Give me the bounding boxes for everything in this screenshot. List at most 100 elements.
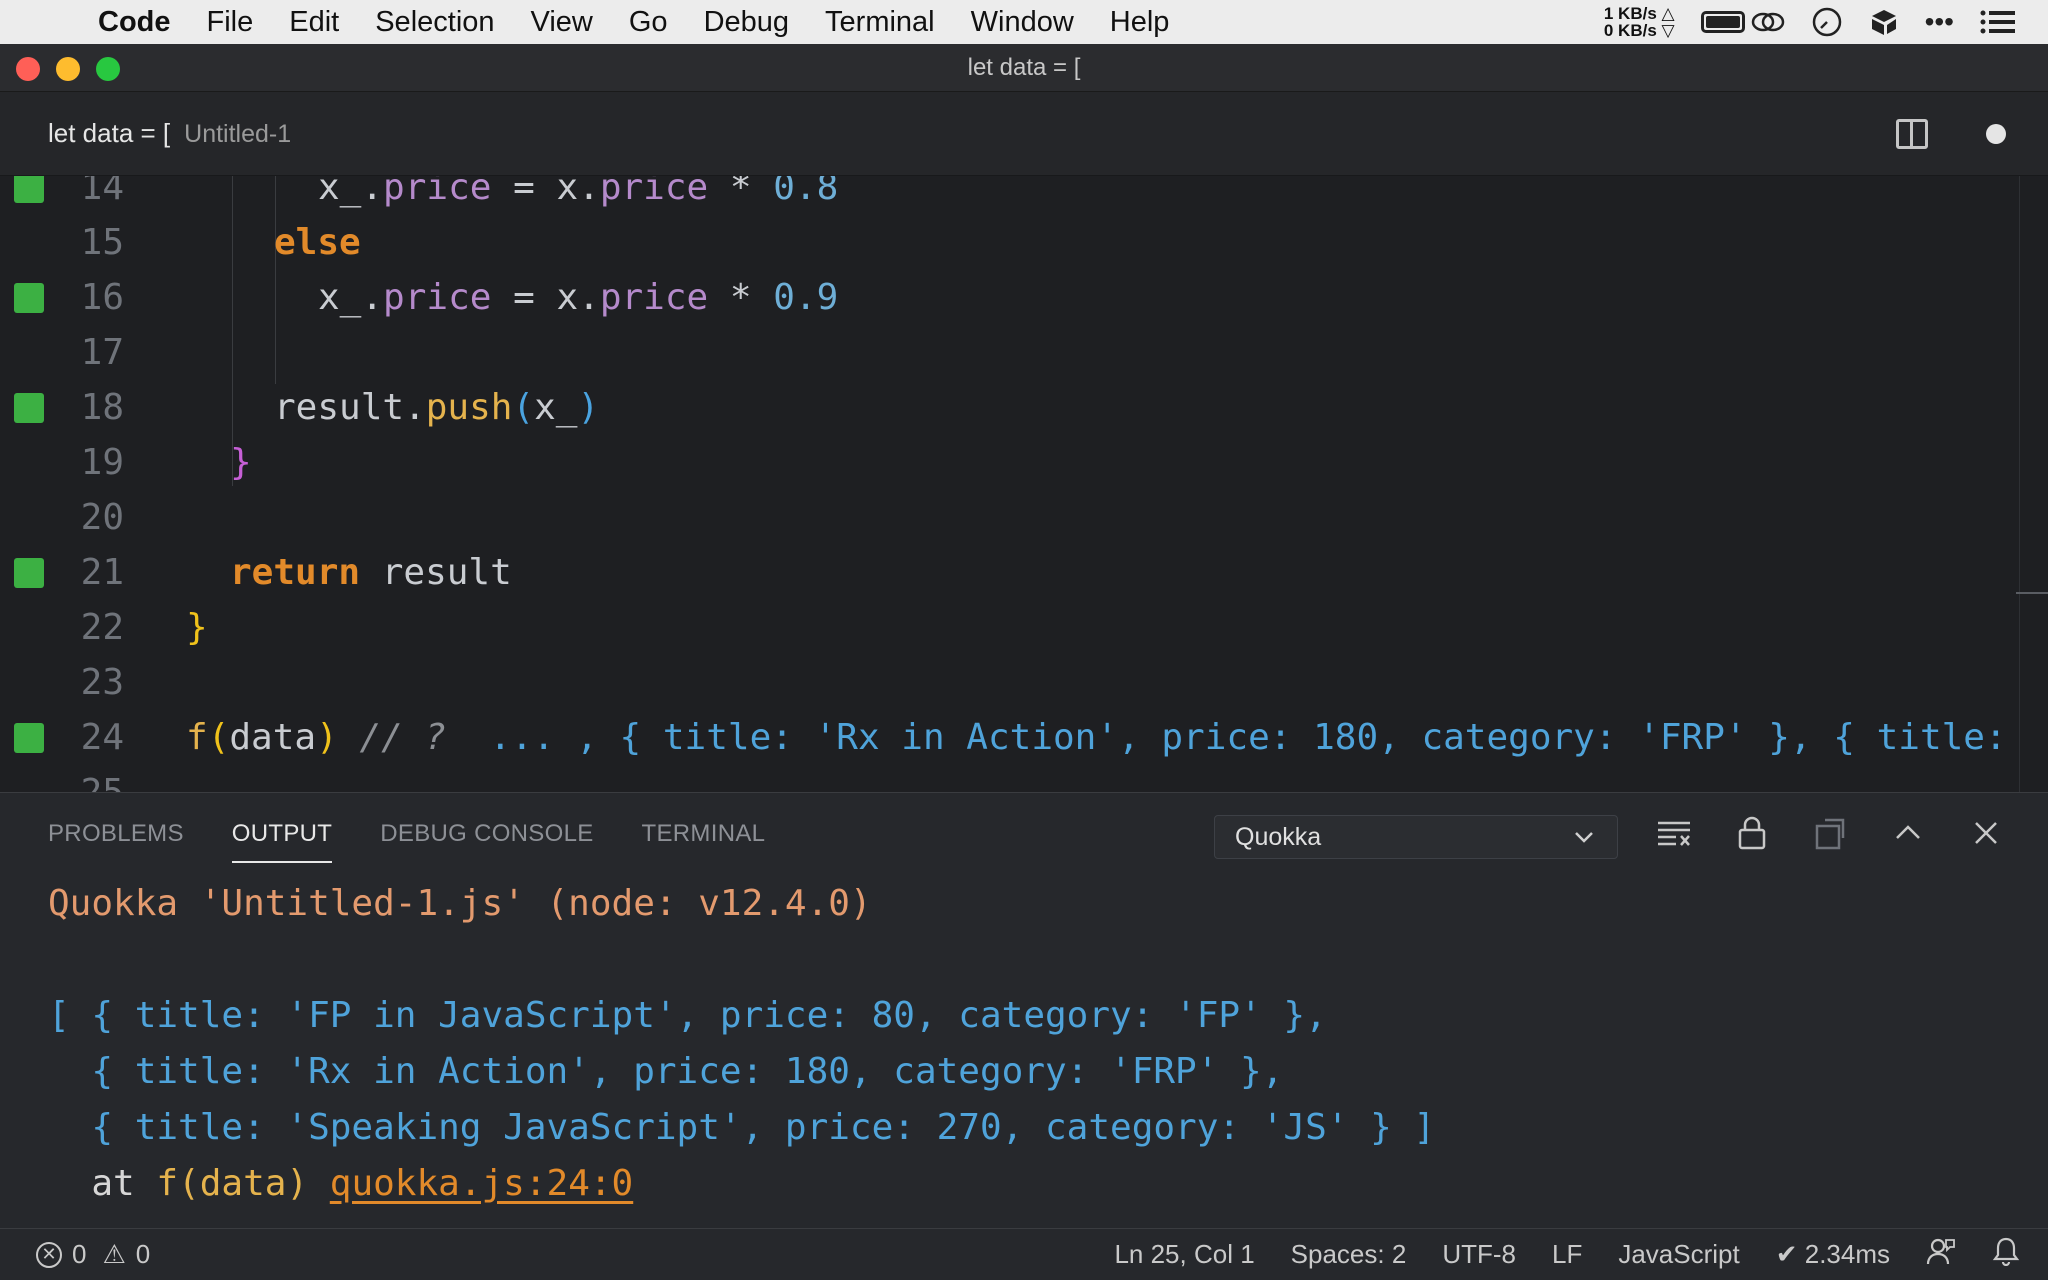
line-number: 18 [80, 387, 124, 428]
quokka-inline-value: ... , { title: 'Rx in Action', price: 18… [467, 717, 2007, 758]
menu-edit[interactable]: Edit [271, 6, 357, 39]
window-title-bar: let data = [ [0, 44, 2048, 92]
code-line-15[interactable]: 15 else [0, 215, 2048, 270]
end-of-line[interactable]: LF [1552, 1239, 1582, 1270]
clock-icon[interactable] [1811, 6, 1843, 38]
code-line-22[interactable]: 22 } [0, 600, 2048, 655]
line-number: 21 [80, 552, 124, 593]
language-mode[interactable]: JavaScript [1618, 1239, 1739, 1270]
menu-view[interactable]: View [513, 6, 611, 39]
chevron-down-icon [1571, 824, 1597, 856]
warning-count: 0 [135, 1239, 151, 1269]
menu-app-name[interactable]: Code [80, 6, 189, 39]
warning-icon: ⚠ [102, 1239, 126, 1269]
code-text: return result [230, 552, 512, 593]
editor-tab-bar: let data = [ Untitled-1 [0, 92, 2048, 176]
network-stats[interactable]: 1 KB/s △ 0 KB/s ▽ [1604, 5, 1675, 39]
net-down-rate: 0 KB/s [1603, 21, 1657, 40]
output-channel-select[interactable]: Quokka [1214, 815, 1618, 859]
code-text: else [274, 222, 361, 263]
line-number: 15 [80, 222, 124, 263]
tab-problems[interactable]: PROBLEMS [48, 793, 184, 875]
tab-output[interactable]: OUTPUT [231, 793, 333, 875]
code-line-21[interactable]: 21 return result [0, 545, 2048, 600]
window-title: let data = [ [967, 53, 1081, 81]
code-line-23[interactable]: 23 [0, 655, 2048, 710]
maximize-panel-icon[interactable] [1890, 815, 1926, 851]
code-line-19[interactable]: 19 } [0, 435, 2048, 490]
maximize-window-button[interactable] [96, 57, 120, 81]
close-panel-icon[interactable] [1968, 815, 2004, 851]
line-number: 23 [80, 662, 124, 703]
coverage-marker [14, 392, 44, 423]
problems-indicator[interactable]: ✕ 0 ⚠ 0 [0, 1239, 150, 1270]
output-header: Quokka 'Untitled-1.js' (node: v12.4.0) [48, 882, 872, 924]
status-bar-right: Ln 25, Col 1 Spaces: 2 UTF-8 LF JavaScri… [1114, 1236, 2048, 1273]
battery-icon[interactable] [1700, 11, 1745, 33]
unsaved-changes-dot-icon[interactable] [1986, 123, 2006, 144]
creative-cloud-icon[interactable] [1751, 9, 1785, 35]
code-text: f(data) // ? ... , { title: 'Rx in Actio… [186, 717, 2007, 758]
coverage-marker [14, 176, 44, 203]
output-line: { title: 'Speaking JavaScript', price: 2… [48, 1106, 1436, 1148]
coverage-marker [14, 282, 44, 313]
output-blank-line [48, 931, 1435, 987]
output-console[interactable]: Quokka 'Untitled-1.js' (node: v12.4.0) [… [48, 875, 1435, 1211]
code-line-20[interactable]: 20 [0, 490, 2048, 545]
menu-selection[interactable]: Selection [357, 6, 512, 39]
menu-debug[interactable]: Debug [686, 6, 807, 39]
code-line-25[interactable]: 25 [0, 765, 2048, 792]
output-line: [ { title: 'FP in JavaScript', price: 80… [48, 994, 1327, 1036]
quokka-timing[interactable]: ✔ 2.34ms [1776, 1239, 1890, 1270]
menu-terminal[interactable]: Terminal [807, 6, 953, 39]
code-line-14[interactable]: 14 x_.price = x.price * 0.8 [0, 176, 2048, 215]
line-number: 24 [80, 717, 124, 758]
menu-window[interactable]: Window [953, 6, 1092, 39]
encoding[interactable]: UTF-8 [1442, 1239, 1516, 1270]
source-location-link[interactable]: quokka.js:24:0 [330, 1163, 633, 1204]
menu-bar-extras: 1 KB/s △ 0 KB/s ▽ ••• [1604, 5, 2048, 39]
notifications-bell-icon[interactable] [1992, 1236, 2020, 1273]
close-window-button[interactable] [16, 57, 40, 81]
dropbox-icon[interactable] [1869, 7, 1899, 37]
lock-icon[interactable] [1734, 815, 1770, 851]
line-number: 20 [80, 497, 124, 538]
feedback-icon[interactable] [1926, 1236, 1956, 1273]
at-function: f(data) [156, 1162, 309, 1204]
window-controls [16, 57, 120, 81]
line-number: 25 [58, 772, 124, 792]
tab-terminal[interactable]: TERMINAL [642, 793, 766, 875]
macos-menu-bar: Code File Edit Selection View Go Debug T… [0, 0, 2048, 44]
output-line: { title: 'Rx in Action', price: 180, cat… [48, 1050, 1284, 1092]
code-line-17[interactable]: 17 [0, 325, 2048, 380]
panel-actions [1656, 815, 2004, 851]
editor-tab[interactable]: let data = [ Untitled-1 [48, 118, 291, 149]
menu-file[interactable]: File [189, 6, 272, 39]
menu-help[interactable]: Help [1092, 6, 1188, 39]
clear-output-icon[interactable] [1656, 815, 1692, 851]
code-line-18[interactable]: 18 result.push(x_) [0, 380, 2048, 435]
error-count: 0 [72, 1239, 87, 1269]
line-number: 14 [80, 176, 124, 208]
at-prefix: at [48, 1162, 157, 1204]
notification-center-icon[interactable] [1980, 9, 2016, 35]
output-channel-value: Quokka [1235, 822, 1322, 851]
split-editor-icon[interactable] [1896, 118, 1928, 149]
indentation[interactable]: Spaces: 2 [1291, 1239, 1407, 1270]
code-text: } [230, 442, 252, 483]
error-icon: ✕ [36, 1241, 62, 1268]
code-text: result.push(x_) [274, 387, 600, 428]
menu-go[interactable]: Go [611, 6, 686, 39]
code-text: x_.price = x.price * 0.8 [318, 176, 839, 208]
code-text: } [186, 607, 208, 648]
more-icon[interactable]: ••• [1925, 6, 1954, 38]
minimize-window-button[interactable] [56, 57, 80, 81]
cursor-position[interactable]: Ln 25, Col 1 [1114, 1239, 1254, 1270]
code-line-16[interactable]: 16 x_.price = x.price * 0.9 [0, 270, 2048, 325]
code-editor[interactable]: 14 x_.price = x.price * 0.8 15 else 16 x… [0, 176, 2048, 792]
line-number: 17 [80, 332, 124, 373]
code-line-24[interactable]: 24 f(data) // ? ... , { title: 'Rx in Ac… [0, 710, 2048, 765]
open-log-file-icon[interactable] [1812, 815, 1848, 851]
coverage-marker [14, 722, 44, 753]
tab-debug-console[interactable]: DEBUG CONSOLE [380, 793, 593, 875]
